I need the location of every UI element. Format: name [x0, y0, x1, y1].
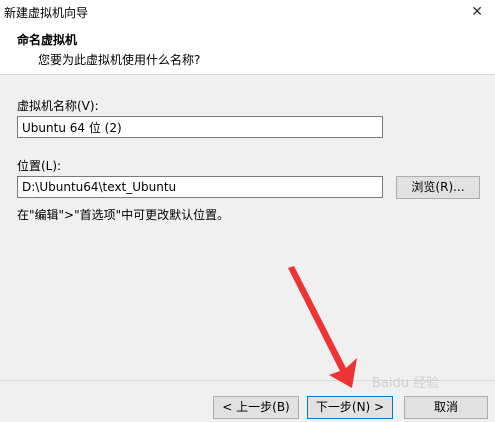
location-label: 位置(L):: [17, 159, 62, 173]
default-location-hint: 在"编辑">"首选项"中可更改默认位置。: [17, 208, 230, 222]
page-subtitle: 您要为此虚拟机使用什么名称?: [38, 53, 201, 67]
browse-button[interactable]: 浏览(R)...: [396, 176, 480, 199]
cancel-button[interactable]: 取消: [404, 396, 488, 419]
window-title: 新建虚拟机向导: [4, 6, 89, 20]
wizard-header: 命名虚拟机 您要为此虚拟机使用什么名称?: [0, 26, 495, 75]
watermark-text: Baidu 经验: [372, 376, 440, 391]
new-vm-wizard-window: 新建虚拟机向导 ✕ 命名虚拟机 您要为此虚拟机使用什么名称? 虚拟机名称(V):…: [0, 0, 495, 422]
back-button[interactable]: < 上一步(B): [213, 396, 299, 419]
annotation-arrow-shape: [288, 266, 357, 388]
title-bar: 新建虚拟机向导 ✕: [0, 0, 495, 26]
vm-name-label: 虚拟机名称(V):: [17, 99, 99, 113]
close-icon[interactable]: ✕: [471, 3, 483, 21]
vm-name-input[interactable]: [17, 116, 383, 138]
page-title: 命名虚拟机: [17, 33, 78, 47]
footer-divider: [0, 380, 495, 381]
next-button[interactable]: 下一步(N) >: [307, 396, 393, 419]
location-input[interactable]: [17, 176, 383, 198]
